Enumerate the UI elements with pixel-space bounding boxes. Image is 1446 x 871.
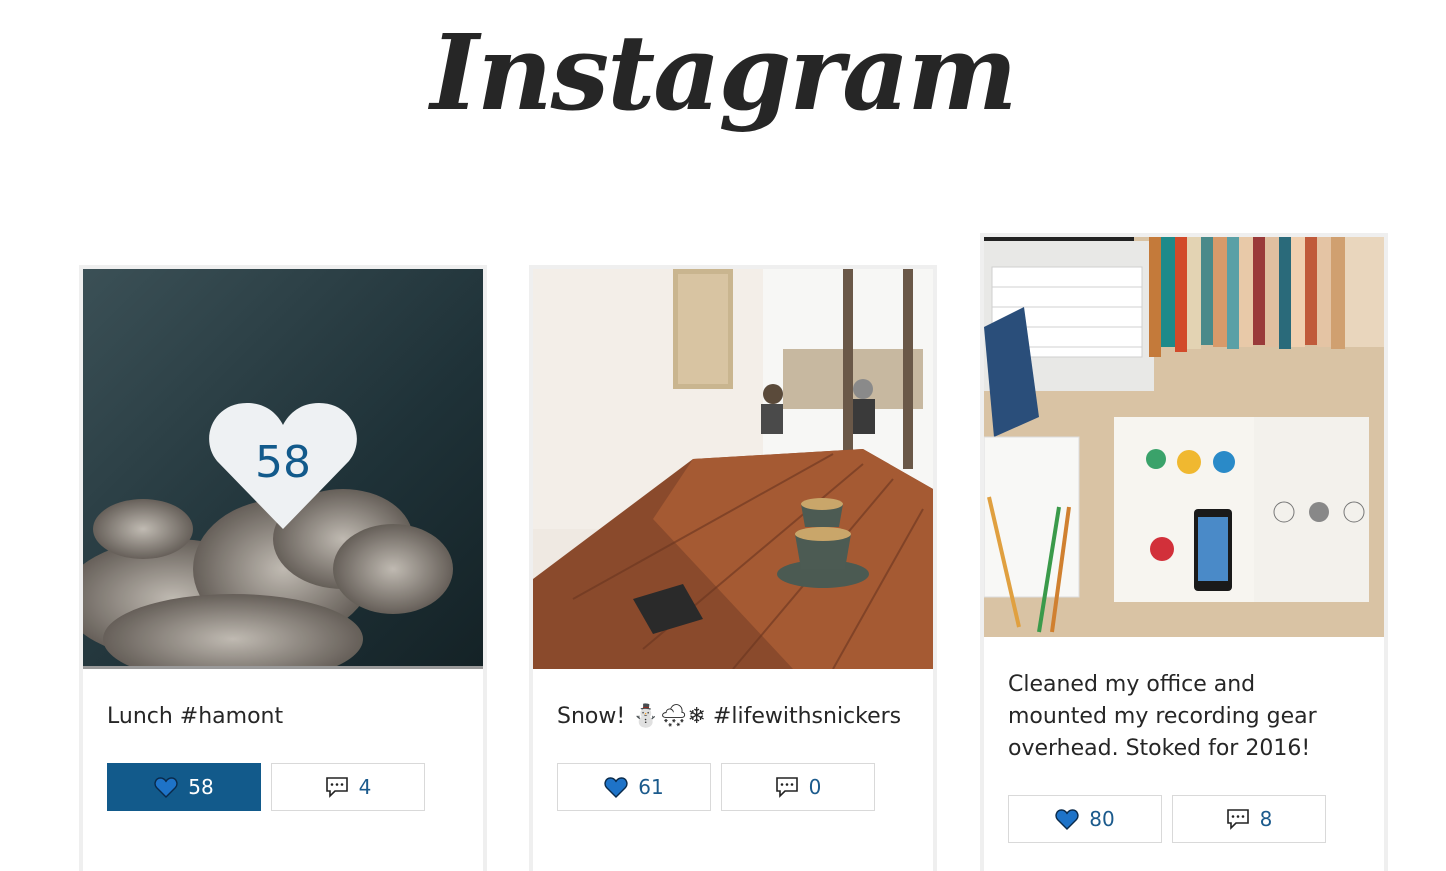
caption-text: Snow! ⛄🌨❄ #lifewithsnickers [557, 704, 902, 729]
post-photo-office[interactable] [984, 237, 1384, 637]
overlay-like-count: 58 [255, 437, 311, 488]
post-caption: Cleaned my office and mounted my recordi… [984, 669, 1384, 765]
comment-icon [325, 777, 348, 798]
post-actions: 80 8 [1008, 795, 1326, 843]
comment-button[interactable]: 0 [721, 763, 875, 811]
post-card: Cleaned my office and mounted my recordi… [980, 233, 1388, 871]
caption-text: Cleaned my office and mounted my recordi… [1008, 672, 1317, 761]
post-actions: 61 0 [557, 763, 875, 811]
like-count: 58 [188, 775, 214, 799]
post-caption: Snow! ⛄🌨❄ #lifewithsnickers [533, 701, 925, 733]
comment-icon [1226, 809, 1249, 830]
comment-button[interactable]: 8 [1172, 795, 1326, 843]
post-photo-cafe[interactable] [533, 269, 933, 669]
post-actions: 58 4 [107, 763, 425, 811]
comment-count: 8 [1259, 807, 1273, 831]
like-button[interactable]: 61 [557, 763, 711, 811]
comment-count: 0 [808, 775, 822, 799]
post-card: Snow! ⛄🌨❄ #lifewithsnickers 61 0 [529, 265, 937, 871]
heart-icon [154, 777, 178, 798]
like-overlay: 58 [209, 399, 357, 531]
post-card: 58 Lunch #hamont 58 4 [79, 265, 487, 871]
comment-icon [775, 777, 798, 798]
post-photo-clouds[interactable]: 58 [83, 269, 483, 669]
comment-button[interactable]: 4 [271, 763, 425, 811]
like-button[interactable]: 58 [107, 763, 261, 811]
caption-text: Lunch #hamont [107, 704, 284, 729]
instagram-logo: Instagram [430, 11, 1017, 134]
post-caption: Lunch #hamont [83, 701, 307, 733]
like-button[interactable]: 80 [1008, 795, 1162, 843]
like-count: 61 [638, 775, 664, 799]
heart-icon [1055, 809, 1079, 830]
heart-icon [604, 777, 628, 798]
like-count: 80 [1089, 807, 1115, 831]
comment-count: 4 [358, 775, 372, 799]
